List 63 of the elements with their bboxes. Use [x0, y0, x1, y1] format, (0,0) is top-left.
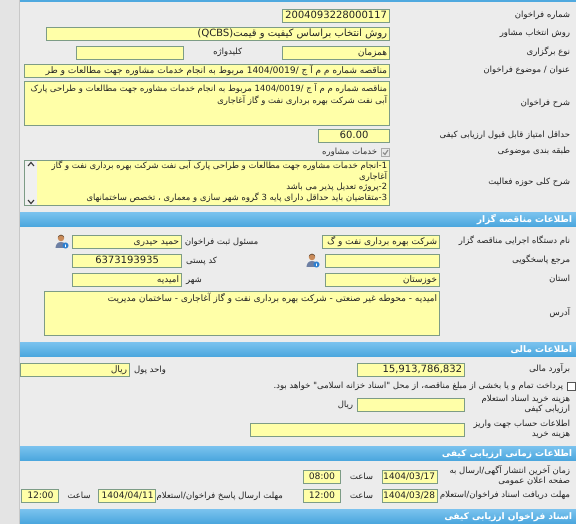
- field-label: کد پستی: [186, 256, 217, 266]
- input-field[interactable]: 1404/04/11: [98, 489, 156, 503]
- field-label: ساعت: [350, 491, 373, 501]
- field-label: روش انتخاب مشاور: [498, 29, 571, 39]
- input-field[interactable]: [357, 398, 465, 412]
- input-field[interactable]: 15,913,786,832: [357, 363, 465, 377]
- unit-label: ریال: [338, 400, 353, 410]
- field-label: شرح فراخوان: [520, 98, 571, 108]
- input-field[interactable]: [325, 254, 440, 268]
- input-field[interactable]: ریال: [20, 363, 130, 377]
- input-field[interactable]: حمید حیدری: [72, 234, 182, 248]
- field-label: برآورد مالی: [528, 365, 571, 375]
- field-label: شرح کلی حوزه فعالیت: [487, 178, 571, 188]
- user-info-icon[interactable]: [55, 234, 69, 249]
- field-label: طبقه بندی موضوعی: [496, 147, 571, 157]
- input-field[interactable]: همزمان: [282, 46, 390, 60]
- checkbox[interactable]: [567, 382, 576, 390]
- field-label: ساعت: [67, 491, 90, 501]
- input-field[interactable]: 12:00: [302, 489, 341, 503]
- list-box[interactable]: 1-انجام خدمات مشاوره جهت مطالعات و طراحی پارک آبی نفت شرکت بهره برداری نفت و گاز آغاجاری 2-پروژه تعدیل پذیر می باشد 3-متقاضیان باید حداقل دارای پایه 3 گروه شهر سازی و معماری ، تخصص ساختمانهای: [24, 160, 390, 206]
- field-label: اطلاعات حساب جهت واریز هزینه خرید: [472, 420, 571, 440]
- section-header: اطلاعات مالی: [20, 342, 576, 357]
- input-field[interactable]: امیدیه: [72, 272, 182, 286]
- field-label: شهر: [186, 274, 202, 284]
- input-field[interactable]: مناقصه شماره م م آ ج /1404/0019 مربوط به انجام خدمات مشاوره جهت مطالعات و طر: [24, 64, 390, 78]
- input-field[interactable]: 12:00: [21, 489, 60, 503]
- checkbox-label: پرداخت تمام و یا بخشی از مبلغ مناقصه، از محل "اسناد خزانه اسلامی" خواهد بود.: [273, 381, 563, 391]
- field-label: کلیدواژه: [212, 48, 243, 58]
- input-field[interactable]: خوزستان: [325, 272, 440, 286]
- field-label: عنوان / موضوع فراخوان: [482, 66, 571, 76]
- input-field[interactable]: [250, 423, 465, 437]
- input-field[interactable]: شرکت بهره برداری نفت و گ: [322, 234, 440, 248]
- field-label: مسئول ثبت فراخوان: [184, 236, 258, 246]
- field-label: زمان آخرین انتشار آگهی/ارسال به صفحه اعلان عمومی: [448, 466, 571, 486]
- field-label: نام دستگاه اجرایی مناقصه گزار: [457, 236, 571, 246]
- section-header: اسناد فراخوان ارزیابی کیفی: [20, 509, 576, 524]
- input-field[interactable]: [76, 46, 184, 60]
- field-label: شماره فراخوان: [514, 10, 571, 20]
- field-label: ساعت: [350, 472, 373, 482]
- text-area[interactable]: امیدیه - محوطه غیر صنعتی - شرکت بهره برداری نفت و گاز آغاجاری - ساختمان مدیریت: [44, 291, 440, 336]
- field-label: مهلت ارسال پاسخ فراخوان/استعلام: [156, 491, 283, 501]
- field-label: آدرس: [548, 308, 572, 318]
- field-label: حداقل امتیاز قابل قبول ارزیابی کیفی: [438, 131, 571, 141]
- scroll-down-icon[interactable]: [27, 199, 35, 205]
- field-label: استان: [548, 274, 571, 284]
- input-field[interactable]: 2004093228000117: [282, 8, 390, 22]
- input-field[interactable]: 6373193935: [72, 254, 182, 268]
- text-area[interactable]: مناقصه شماره م م آ ج /1404/0019 مربوط به انجام خدمات مشاوره جهت مطالعات و طراحی پارک آبی نفت شرکت بهره برداری نفت و گاز آغاجاری: [24, 81, 390, 126]
- input-field[interactable]: 1404/03/28: [382, 489, 438, 503]
- field-label: واحد پول: [134, 365, 166, 375]
- field-label: مهلت دریافت اسناد فراخوان/استعلام: [438, 491, 571, 501]
- input-field[interactable]: 60.00: [318, 129, 390, 143]
- user-info-icon[interactable]: [306, 253, 320, 268]
- field-label: هزینه خرید اسناد استعلام ارزیابی کیفی: [480, 395, 571, 415]
- section-header: اطلاعات زمانی ارزیابی کیفی: [20, 446, 576, 461]
- input-field[interactable]: روش انتخاب براساس کیفیت و قیمت(QCBS): [46, 27, 390, 41]
- checkbox-label: خدمات مشاوره: [322, 147, 377, 157]
- input-field[interactable]: 08:00: [302, 470, 341, 484]
- scroll-up-icon[interactable]: [27, 161, 35, 167]
- field-label: نوع برگزاری: [526, 48, 571, 58]
- section-header: اطلاعات مناقصه گزار: [20, 212, 576, 227]
- field-label: مرجع پاسخگویی: [511, 256, 571, 266]
- input-field[interactable]: 1404/03/17: [382, 470, 438, 484]
